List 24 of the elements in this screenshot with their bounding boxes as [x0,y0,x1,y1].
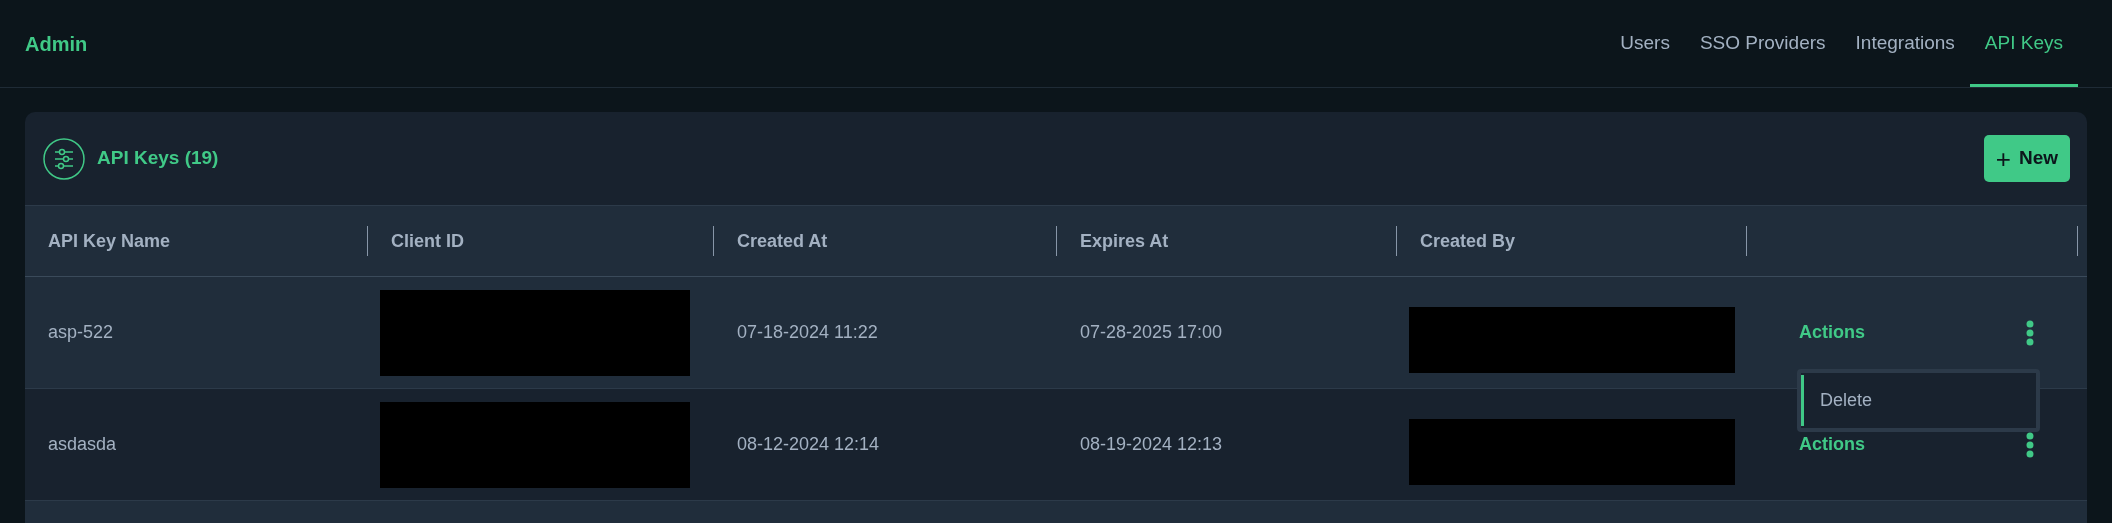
table-cell-text: 07-18-2024 11:22 [737,321,878,344]
column-header: API Key Name [48,229,171,253]
column-header: Created By [1420,229,1516,253]
column-header: Expires At [1080,229,1169,253]
nav-tab[interactable]: SSO Providers [1684,0,1841,87]
nav-tab[interactable]: API Keys [1969,0,2078,87]
table-cell-text: 07-28-2025 17:00 [1080,321,1223,344]
panel-title: API Keys (19) [97,146,219,171]
sliders-icon [43,137,85,180]
column-header: Created At [737,229,828,253]
table-cell-text: 08-12-2024 12:14 [737,433,880,456]
nav-tab[interactable]: Users [1605,0,1685,87]
table-cell-text: asdasda [48,433,117,456]
menu-item[interactable]: Delete [1801,375,2036,426]
column-header: Client ID [391,229,464,253]
actions-link[interactable]: Actions [1799,319,1865,346]
nav-tab[interactable]: Integrations [1840,0,1970,87]
app-title: Admin [25,31,88,57]
more-vertical-icon[interactable] [2026,319,2034,346]
table-cell-text: asp-522 [48,321,114,344]
table-cell-text: 08-19-2024 12:13 [1080,433,1223,456]
new-button[interactable]: + New [1983,135,2070,182]
actions-link[interactable]: Actions [1799,431,1865,458]
more-vertical-icon[interactable] [2026,431,2034,458]
